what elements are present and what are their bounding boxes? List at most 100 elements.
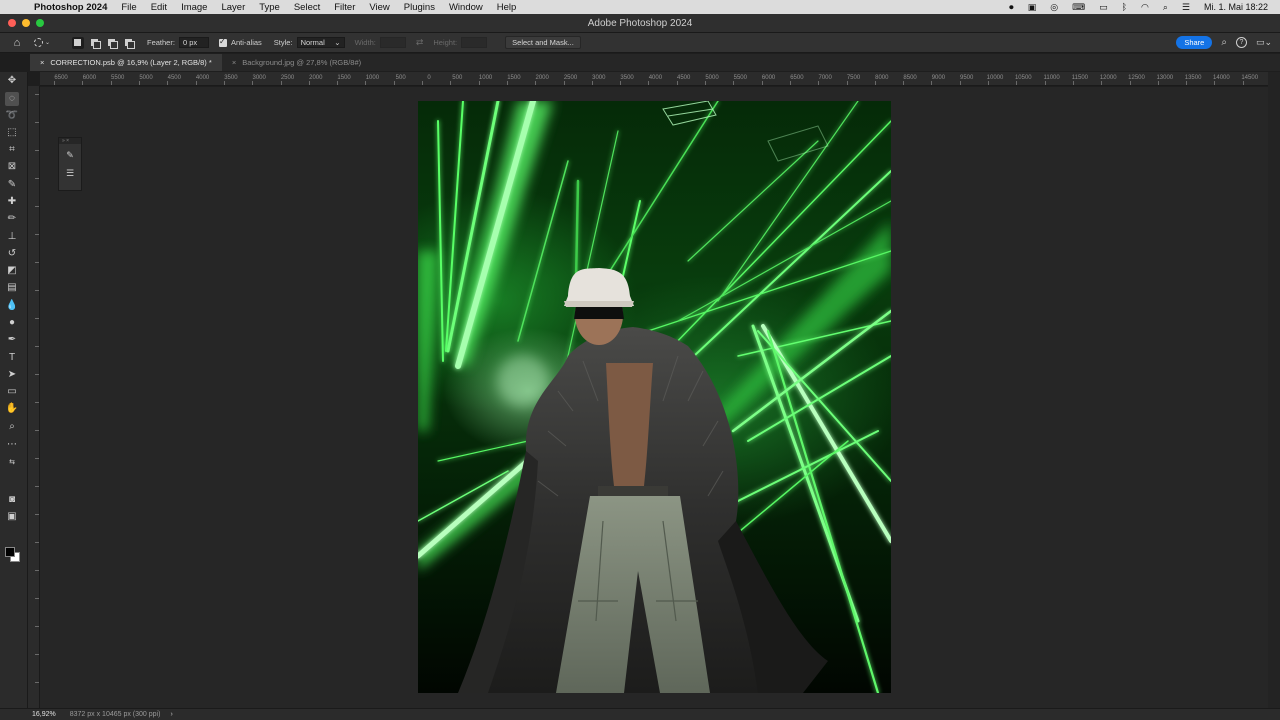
close-window-icon[interactable] bbox=[8, 19, 16, 27]
elliptical-marquee-tool-icon[interactable]: ◌ bbox=[5, 92, 19, 106]
search-icon[interactable]: ⌕ bbox=[1221, 37, 1227, 48]
subtract-from-selection-icon[interactable] bbox=[106, 37, 118, 49]
intersect-selection-icon[interactable] bbox=[123, 37, 135, 49]
swap-width-height-icon[interactable]: ⇄ bbox=[416, 37, 424, 48]
ruler-label: 2000 bbox=[535, 75, 549, 81]
adjustments-icon[interactable]: ☰ bbox=[62, 166, 78, 180]
wifi-icon[interactable]: ◠ bbox=[1141, 2, 1149, 13]
chevron-right-icon[interactable]: › bbox=[170, 711, 172, 718]
vertical-ruler[interactable] bbox=[28, 86, 40, 708]
close-tab-icon[interactable]: × bbox=[232, 58, 236, 67]
menu-edit[interactable]: Edit bbox=[151, 2, 167, 13]
menu-filter[interactable]: Filter bbox=[334, 2, 355, 13]
ruler-tick bbox=[35, 542, 39, 543]
spotlight-search-icon[interactable]: ⌕ bbox=[1163, 2, 1168, 13]
tool-preset-picker[interactable]: ⌄ bbox=[34, 38, 62, 47]
document-image[interactable] bbox=[418, 101, 891, 693]
panel-collapse-icon[interactable]: » × bbox=[59, 138, 81, 144]
tab-background[interactable]: × Background.jpg @ 27,8% (RGB/8#) bbox=[222, 54, 371, 71]
record-icon[interactable]: ⏺ bbox=[1009, 2, 1014, 13]
eraser-tool-icon[interactable]: ◩ bbox=[5, 264, 19, 278]
document-dimensions[interactable]: 8372 px x 10465 px (300 ppi) bbox=[70, 711, 161, 718]
zoom-level[interactable]: 16,92% bbox=[32, 711, 56, 718]
help-icon[interactable]: ? bbox=[1235, 37, 1247, 48]
brush-settings-icon[interactable]: ✎ bbox=[62, 148, 78, 162]
menu-layer[interactable]: Layer bbox=[221, 2, 245, 13]
spot-healing-tool-icon[interactable]: ✚ bbox=[5, 195, 19, 209]
edit-toolbar-icon[interactable]: ⋯ bbox=[5, 438, 19, 452]
ruler-tick bbox=[252, 81, 254, 85]
menu-view[interactable]: View bbox=[369, 2, 389, 13]
bluetooth-icon[interactable]: ᛒ bbox=[1122, 2, 1127, 12]
display-icon[interactable]: ▣ bbox=[1028, 2, 1037, 13]
style-select[interactable]: Normal ⌄ bbox=[296, 37, 345, 48]
workspace-icon[interactable]: ▭⌄ bbox=[1256, 37, 1272, 48]
crop-tool-icon[interactable]: ⌗ bbox=[5, 143, 19, 157]
ruler-tick bbox=[1016, 81, 1018, 85]
ruler-tick bbox=[35, 206, 39, 207]
menu-app-name[interactable]: Photoshop 2024 bbox=[34, 2, 107, 13]
menu-clock[interactable]: Mi. 1. Mai 18:22 bbox=[1204, 2, 1268, 12]
ruler-label: 2000 bbox=[309, 75, 323, 81]
ruler-tick bbox=[1157, 81, 1159, 85]
frame-tool-icon[interactable]: ⊠ bbox=[5, 160, 19, 174]
select-and-mask-button[interactable]: Select and Mask... bbox=[505, 36, 581, 49]
foreground-color-swatch[interactable] bbox=[5, 547, 15, 557]
close-tab-icon[interactable]: × bbox=[40, 58, 44, 67]
type-tool-icon[interactable]: T bbox=[5, 351, 19, 365]
document-tabs: × CORRECTION.psb @ 16,9% (Layer 2, RGB/8)… bbox=[30, 54, 1280, 71]
maximize-window-icon[interactable] bbox=[36, 19, 44, 27]
lasso-tool-icon[interactable]: ➰ bbox=[5, 109, 19, 123]
ruler-tick bbox=[167, 81, 169, 85]
add-to-selection-icon[interactable] bbox=[89, 37, 101, 49]
control-center-icon[interactable]: ☰ bbox=[1182, 2, 1190, 13]
menu-select[interactable]: Select bbox=[294, 2, 320, 13]
menu-plugins[interactable]: Plugins bbox=[404, 2, 435, 13]
menu-window[interactable]: Window bbox=[449, 2, 483, 13]
window-title-bar: Adobe Photoshop 2024 bbox=[0, 14, 1280, 33]
elliptical-marquee-icon bbox=[34, 38, 43, 47]
menu-file[interactable]: File bbox=[121, 2, 136, 13]
keyboard-icon[interactable]: ⌨ bbox=[1072, 2, 1085, 13]
ruler-tick bbox=[761, 81, 763, 85]
horizontal-ruler[interactable]: 6500 6000 5500 5000 4500 4000 3500 3000 2500 2000… bbox=[40, 72, 1268, 86]
ruler-label: 13500 bbox=[1184, 75, 1202, 81]
pen-tool-icon[interactable]: ✒ bbox=[5, 333, 19, 347]
home-icon[interactable]: ⌂ bbox=[0, 37, 34, 49]
ruler-label: 13000 bbox=[1156, 75, 1174, 81]
battery-icon[interactable]: ▭ bbox=[1099, 2, 1108, 13]
screen-mode-icon[interactable]: ▣ bbox=[5, 510, 19, 524]
anti-alias-checkbox[interactable] bbox=[218, 37, 227, 47]
quick-mask-icon[interactable]: ◙ bbox=[5, 493, 19, 507]
eyedropper-tool-icon[interactable]: ✎ bbox=[5, 178, 19, 192]
airdrop-icon[interactable]: ◎ bbox=[1050, 2, 1058, 13]
ruler-tick bbox=[337, 81, 339, 85]
menu-image[interactable]: Image bbox=[181, 2, 207, 13]
clone-stamp-tool-icon[interactable]: ⊥ bbox=[5, 230, 19, 244]
floating-mini-panel: » × ✎ ☰ bbox=[58, 137, 82, 191]
gradient-tool-icon[interactable]: ▤ bbox=[5, 281, 19, 295]
blur-tool-icon[interactable]: 💧 bbox=[5, 299, 19, 313]
feather-input[interactable]: 0 px bbox=[178, 37, 209, 48]
tab-correction[interactable]: × CORRECTION.psb @ 16,9% (Layer 2, RGB/8)… bbox=[30, 54, 222, 71]
menu-type[interactable]: Type bbox=[259, 2, 280, 13]
ruler-tick bbox=[563, 81, 565, 85]
hand-tool-icon[interactable]: ✋ bbox=[5, 402, 19, 416]
width-input[interactable] bbox=[379, 37, 406, 48]
share-button[interactable]: Share bbox=[1176, 36, 1213, 49]
ruler-tick bbox=[1214, 81, 1216, 85]
rectangle-tool-icon[interactable]: ▭ bbox=[5, 385, 19, 399]
dodge-tool-icon[interactable]: ● bbox=[5, 316, 19, 330]
new-selection-icon[interactable] bbox=[72, 36, 84, 49]
swap-colors-icon[interactable]: ⇆ bbox=[5, 456, 19, 470]
height-input[interactable] bbox=[461, 37, 488, 48]
history-brush-tool-icon[interactable]: ↺ bbox=[5, 247, 19, 261]
object-selection-tool-icon[interactable]: ⬚ bbox=[5, 126, 19, 140]
ruler-tick bbox=[1186, 81, 1188, 85]
minimize-window-icon[interactable] bbox=[22, 19, 30, 27]
zoom-tool-icon[interactable]: ⌕ bbox=[5, 420, 19, 434]
brush-tool-icon[interactable]: ✏ bbox=[5, 212, 19, 226]
path-selection-tool-icon[interactable]: ➤ bbox=[5, 368, 19, 382]
move-tool-icon[interactable]: ✥ bbox=[5, 74, 19, 88]
menu-help[interactable]: Help bbox=[497, 2, 517, 13]
